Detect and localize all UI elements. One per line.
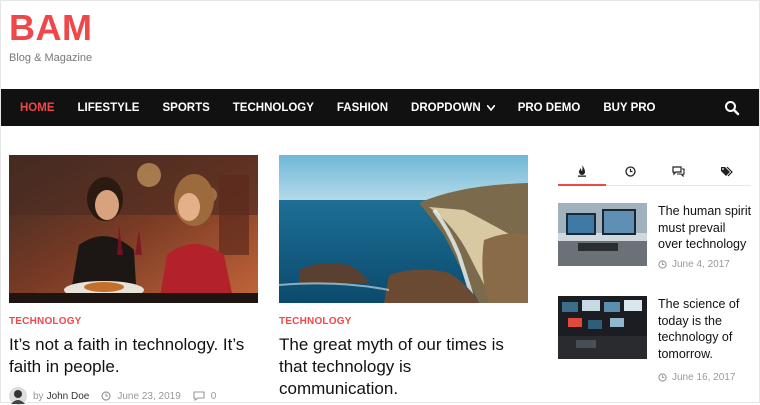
post-card: TECHNOLOGY The great myth of our times i…	[279, 155, 528, 400]
comments-icon	[672, 165, 685, 177]
sidebar-post-title[interactable]: The human spirit must prevail over techn…	[658, 203, 753, 253]
post-card: TECHNOLOGY It’s not a faith in technolog…	[9, 155, 258, 378]
nav-item-pro-demo[interactable]: PRO DEMO	[506, 89, 592, 126]
post-category[interactable]: TECHNOLOGY	[9, 316, 258, 327]
nav-item-technology[interactable]: TECHNOLOGY	[221, 89, 325, 126]
avatar[interactable]	[9, 387, 27, 405]
nav-item-home[interactable]: HOME	[1, 89, 66, 126]
sidebar-post-text: The human spirit must prevail over techn…	[658, 203, 753, 270]
tab-popular[interactable]	[558, 157, 607, 186]
site-title[interactable]: BAM	[9, 10, 92, 46]
tab-tags[interactable]	[703, 157, 751, 185]
post-thumbnail-women-toasting[interactable]	[9, 155, 258, 303]
clock-icon	[658, 259, 667, 269]
post-meta: by John Doe June 23, 2019 0	[9, 387, 216, 405]
nav-item-fashion[interactable]: FASHION	[325, 89, 399, 126]
post-category[interactable]: TECHNOLOGY	[279, 316, 528, 327]
site-logo[interactable]: BAM Blog & Magazine	[9, 10, 93, 65]
post-title[interactable]: It’s not a faith in technology. It’s fai…	[9, 334, 258, 378]
sidebar-thumbnail-control-room[interactable]	[558, 296, 647, 359]
nav-item-sports[interactable]: SPORTS	[151, 89, 221, 126]
site-tagline: Blog & Magazine	[9, 52, 93, 64]
sidebar-post: The science of today is the technology o…	[558, 296, 751, 386]
chevron-down-icon	[486, 104, 495, 111]
nav-item-dropdown[interactable]: DROPDOWN	[400, 89, 507, 126]
sidebar-post-date-text[interactable]: June 4, 2017	[672, 259, 730, 270]
tags-icon	[721, 166, 734, 176]
comment-count[interactable]: 0	[211, 391, 217, 402]
sidebar-post-title[interactable]: The science of today is the technology o…	[658, 296, 753, 362]
sidebar-post-text: The science of today is the technology o…	[658, 296, 753, 383]
comments-icon	[193, 391, 205, 401]
sidebar-tabs	[558, 157, 751, 186]
author-name[interactable]: John Doe	[47, 391, 90, 402]
post-date[interactable]: June 23, 2019	[117, 391, 180, 402]
sidebar-thumbnail-desk[interactable]	[558, 203, 647, 266]
author-prefix: by	[33, 390, 44, 402]
nav-item-buy-pro[interactable]: BUY PRO	[592, 89, 667, 126]
sidebar-post: The human spirit must prevail over techn…	[558, 203, 751, 273]
sidebar-post-date: June 16, 2017	[658, 372, 753, 383]
clock-icon	[625, 165, 636, 177]
clock-icon	[658, 373, 667, 382]
nav-item-dropdown-label: DROPDOWN	[411, 101, 481, 114]
clock-icon	[101, 391, 111, 401]
tab-comments[interactable]	[655, 157, 703, 185]
sidebar-post-date-text[interactable]: June 16, 2017	[672, 372, 735, 383]
main-nav: HOME LIFESTYLE SPORTS TECHNOLOGY FASHION…	[1, 89, 759, 126]
sidebar-post-date: June 4, 2017	[658, 259, 753, 270]
flame-icon	[578, 165, 587, 177]
post-title[interactable]: The great myth of our times is that tech…	[279, 334, 528, 400]
post-thumbnail-coastline[interactable]	[279, 155, 528, 303]
search-icon[interactable]	[724, 100, 740, 116]
nav-item-lifestyle[interactable]: LIFESTYLE	[66, 89, 151, 126]
tab-recent[interactable]	[606, 157, 654, 185]
